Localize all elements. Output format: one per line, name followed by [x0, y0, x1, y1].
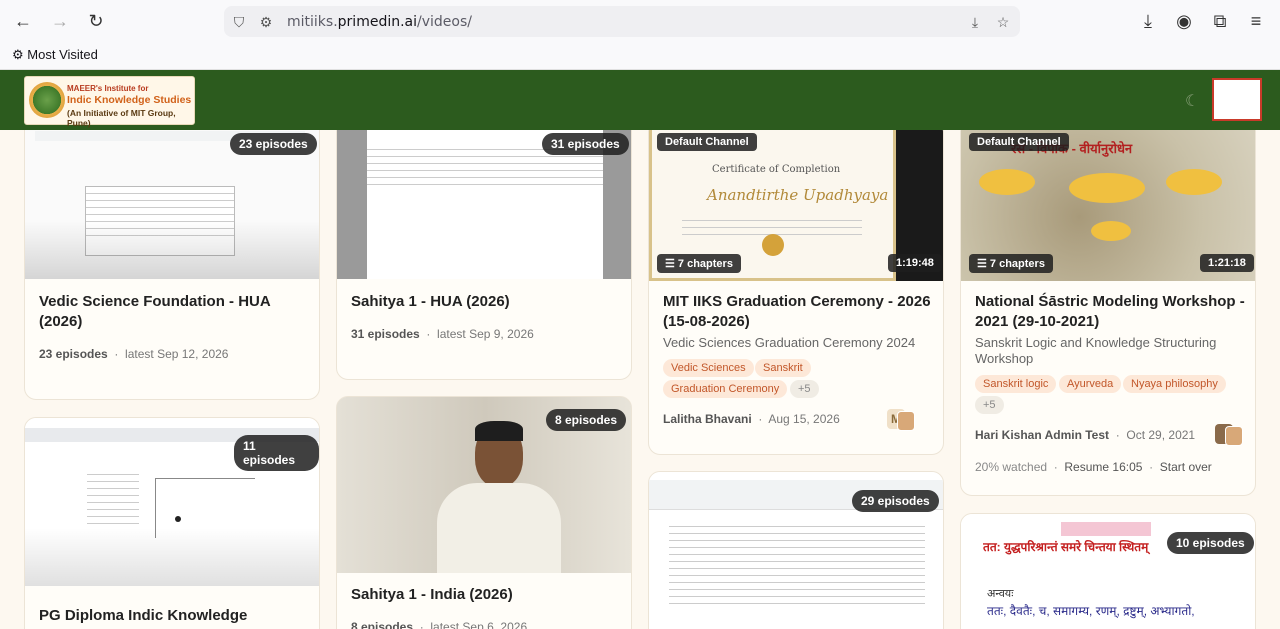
thumbnail-text: ततः, दैवतैः, च, समागम्य, रणम्, द्रष्टुम्… — [987, 604, 1195, 618]
video-card[interactable]: रस - विपाक - वीर्यानुरोधेन Default Chann… — [960, 130, 1256, 496]
start-over-link[interactable]: Start over — [1160, 460, 1212, 474]
reload-icon[interactable]: ↻ — [85, 10, 107, 32]
gear-icon: ⚙ — [12, 47, 24, 62]
duration-badge: 1:19:48 — [888, 254, 942, 272]
tag-more-chip[interactable]: +5 — [790, 380, 819, 398]
card-meta: 8 episodes · latest Sep 6, 2026 — [351, 620, 528, 629]
thumbnail-text: अन्वयः — [987, 588, 1014, 600]
episode-count-badge: 31 episodes — [542, 133, 629, 155]
logo-line-3: (An Initiative of MIT Group, Pune) — [67, 108, 176, 128]
episode-count-badge: 8 episodes — [546, 409, 627, 431]
card-subtitle: Vedic Sciences Graduation Ceremony 2024 — [663, 335, 916, 350]
card-title[interactable]: National Śāstric Modeling Workshop - 202… — [975, 292, 1250, 332]
series-card[interactable]: 11 episodes PG Diploma Indic Knowledge — [24, 417, 320, 629]
downloads-icon[interactable]: ⤓ — [1137, 10, 1159, 32]
card-meta: 31 episodes · latest Sep 9, 2026 — [351, 327, 534, 341]
channel-badge: Default Channel — [969, 133, 1069, 151]
watch-progress-row: 20% watched · Resume 16:05 · Start over — [975, 460, 1212, 474]
episode-count-badge: 10 episodes — [1167, 532, 1254, 554]
logo-line-1: MAEER's Institute for — [67, 84, 149, 93]
download-page-icon[interactable]: ⤓ — [966, 13, 984, 31]
series-card[interactable]: तत: युद्धपरिश्रान्तं समरे चिन्तया स्थितम… — [960, 513, 1256, 629]
episode-count-badge: 23 episodes — [230, 133, 317, 155]
browser-chrome: ← → ↻ ⛉ ⚙ mitiiks.primedin.ai/videos/ ⤓ … — [0, 0, 1280, 70]
card-subtitle: Sanskrit Logic and Knowledge Structuring… — [975, 335, 1217, 366]
logo-line-2: Indic Knowledge Studies — [67, 94, 192, 106]
series-card[interactable]: 8 episodes Sahitya 1 - India (2026) 8 ep… — [336, 396, 632, 629]
forward-icon[interactable]: → — [49, 10, 71, 32]
bookmark-most-visited[interactable]: ⚙ Most Visited — [12, 47, 98, 63]
site-logo[interactable]: MAEER's Institute for Indic Knowledge St… — [24, 76, 195, 128]
watched-percent: 20% watched — [975, 460, 1048, 474]
series-card[interactable]: 23 episodes Vedic Science Foundation - H… — [24, 130, 320, 400]
tag-chip[interactable]: Graduation Ceremony — [663, 380, 788, 398]
tree-logo-icon — [29, 82, 65, 118]
channel-badge: Default Channel — [657, 133, 757, 151]
tag-chip[interactable]: Sanskrit logic — [975, 375, 1057, 393]
card-title[interactable]: PG Diploma Indic Knowledge — [39, 606, 299, 626]
site-info-icon[interactable]: ⚙ — [257, 13, 275, 31]
tag-chip[interactable]: Vedic Sciences — [663, 359, 754, 377]
moon-icon[interactable]: ☾ — [1185, 91, 1199, 111]
video-grid: 23 episodes Vedic Science Foundation - H… — [0, 130, 1280, 629]
card-title[interactable]: Sahitya 1 - HUA (2026) — [351, 292, 611, 312]
tag-chip[interactable]: Ayurveda — [1059, 375, 1122, 393]
series-card[interactable]: 31 episodes Sahitya 1 - HUA (2026) 31 ep… — [336, 130, 632, 380]
resume-link[interactable]: Resume 16:05 — [1064, 460, 1142, 474]
card-meta: Lalitha Bhavani · Aug 15, 2026 — [663, 412, 840, 426]
menu-icon[interactable]: ≡ — [1245, 10, 1267, 32]
chapters-badge: ☰ 7 chapters — [657, 254, 741, 273]
tag-chip[interactable]: Nyaya philosophy — [1123, 375, 1226, 393]
participant-avatars: M — [887, 409, 915, 431]
duration-badge: 1:21:18 — [1200, 254, 1254, 272]
tag-chip[interactable]: Sanskrit — [755, 359, 811, 377]
participant-avatars — [1215, 424, 1243, 446]
episode-count-badge: 29 episodes — [852, 490, 939, 512]
site-header: MAEER's Institute for Indic Knowledge St… — [0, 70, 1280, 130]
series-card[interactable]: 29 episodes — [648, 471, 944, 629]
url-bar[interactable]: ⛉ ⚙ mitiiks.primedin.ai/videos/ ⤓ ☆ — [224, 6, 1020, 37]
url-text[interactable]: mitiiks.primedin.ai/videos/ — [287, 14, 472, 30]
extensions-icon[interactable]: ⧉ — [1209, 10, 1231, 32]
shield-icon[interactable]: ⛉ — [230, 13, 248, 31]
card-meta: Hari Kishan Admin Test · Oct 29, 2021 — [975, 428, 1196, 442]
chapters-badge: ☰ 7 chapters — [969, 254, 1053, 273]
card-title[interactable]: Sahitya 1 - India (2026) — [351, 585, 611, 605]
card-title[interactable]: MIT IIKS Graduation Ceremony - 2026 (15-… — [663, 292, 938, 332]
account-icon[interactable]: ◉ — [1173, 10, 1195, 32]
video-card[interactable]: Certificate of Completion Anandtirthe Up… — [648, 130, 944, 455]
user-avatar[interactable] — [1212, 78, 1262, 121]
episode-count-badge: 11 episodes — [234, 435, 319, 471]
back-icon[interactable]: ← — [12, 10, 34, 32]
tag-more-chip[interactable]: +5 — [975, 396, 1004, 414]
star-icon[interactable]: ☆ — [994, 13, 1012, 31]
card-title[interactable]: Vedic Science Foundation - HUA (2026) — [39, 292, 299, 332]
card-meta: 23 episodes · latest Sep 12, 2026 — [39, 347, 229, 361]
